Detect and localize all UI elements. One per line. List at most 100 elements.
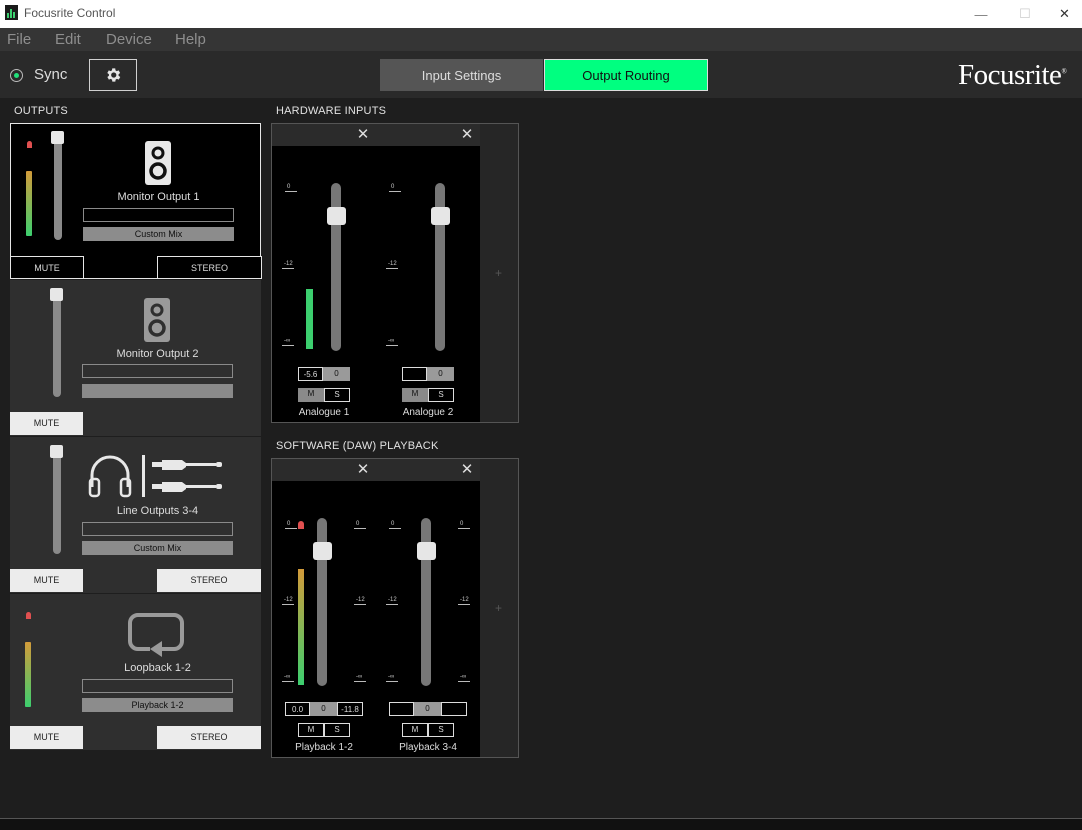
- output-card-loopback[interactable]: Loopback 1-2 Playback 1-2 MUTE STEREO: [10, 594, 261, 750]
- menu-help[interactable]: Help: [175, 31, 206, 48]
- scale-label-0: 0: [284, 521, 299, 529]
- level-meter: [26, 171, 32, 236]
- mute-toggle[interactable]: M: [298, 388, 324, 402]
- solo-toggle[interactable]: S: [428, 388, 454, 402]
- mute-toggle[interactable]: M: [402, 388, 428, 402]
- window-title: Focusrite Control: [24, 6, 116, 20]
- output-card-monitor-1[interactable]: Monitor Output 1 Custom Mix MUTE STEREO: [10, 123, 262, 279]
- channel-strip-playback-3-4: ✕ 0 -12 -∞ 0 -12 -∞ 0 M S Playback 3-4: [376, 459, 480, 757]
- volume-fader[interactable]: [53, 447, 61, 554]
- mute-button[interactable]: MUTE: [10, 726, 83, 749]
- settings-button[interactable]: [89, 59, 137, 91]
- app-icon: [5, 5, 18, 20]
- volume-fader-knob[interactable]: [50, 445, 63, 458]
- solo-toggle[interactable]: S: [324, 723, 350, 737]
- scale-label-12: -12: [282, 261, 294, 269]
- gain-value[interactable]: [389, 702, 414, 716]
- solo-toggle[interactable]: S: [324, 388, 350, 402]
- remove-channel-close-icon[interactable]: ✕: [356, 127, 370, 142]
- gain-value[interactable]: [402, 367, 427, 381]
- menu-bar: File Edit Device Help: [0, 28, 1082, 51]
- source-select-button[interactable]: Custom Mix: [83, 227, 234, 241]
- output-name: Loopback 1-2: [124, 662, 191, 674]
- level-meter: [306, 289, 313, 349]
- output-name-field[interactable]: [82, 522, 233, 536]
- gain-value[interactable]: -5.6: [298, 367, 323, 381]
- pan-value[interactable]: 0: [310, 702, 337, 716]
- status-bar: [0, 818, 1082, 830]
- hardware-inputs-title: HARDWARE INPUTS: [276, 105, 387, 117]
- remove-channel-close-icon[interactable]: ✕: [460, 127, 474, 142]
- scale-label-inf: -∞: [281, 674, 295, 682]
- output-name: Monitor Output 1: [117, 191, 200, 203]
- output-name-field[interactable]: [82, 364, 233, 378]
- solo-toggle[interactable]: S: [428, 723, 454, 737]
- volume-fader[interactable]: [54, 133, 62, 240]
- scale-label-12-right: -12: [354, 597, 366, 605]
- scale-label-0: 0: [284, 184, 299, 192]
- gain-fader-knob[interactable]: [417, 542, 436, 560]
- scale-label-inf-right: -∞: [353, 674, 367, 682]
- scale-label-0: 0: [388, 521, 403, 529]
- gain-value[interactable]: 0.0: [285, 702, 310, 716]
- level-meter: [298, 569, 304, 685]
- output-card-monitor-2[interactable]: Monitor Output 2 MUTE: [10, 280, 261, 436]
- pan-value[interactable]: 0: [414, 702, 441, 716]
- scale-label-0-right: 0: [353, 521, 368, 529]
- source-select-button[interactable]: Playback 1-2: [82, 698, 233, 712]
- gain-fader-knob[interactable]: [327, 207, 346, 225]
- mute-button[interactable]: MUTE: [10, 412, 83, 435]
- pan-value[interactable]: 0: [323, 367, 350, 381]
- source-select-button[interactable]: [82, 384, 233, 398]
- clip-indicator: [26, 612, 31, 619]
- level-meter: [25, 642, 31, 707]
- scale-label-inf-right: -∞: [457, 674, 471, 682]
- sync-label: Sync: [34, 66, 68, 83]
- volume-fader-knob[interactable]: [50, 288, 63, 301]
- menu-file[interactable]: File: [7, 31, 31, 48]
- speaker-icon: [144, 298, 170, 342]
- headphones-cable-icon: [88, 455, 222, 498]
- scale-label-inf: -∞: [281, 338, 295, 346]
- right-gain-value[interactable]: -11.8: [337, 702, 363, 716]
- channel-strip-analogue-2: ✕ 0 -12 -∞ 0 M S Analogue 2: [376, 124, 480, 422]
- remove-channel-close-icon[interactable]: ✕: [356, 462, 370, 477]
- trademark: ®: [1061, 67, 1067, 76]
- stereo-button[interactable]: STEREO: [157, 256, 262, 279]
- output-card-line-3-4[interactable]: Line Outputs 3-4 Custom Mix MUTE STEREO: [10, 437, 261, 593]
- software-playback-panel: ✕ 0 -12 -∞ 0 -12 -∞ 0.0 0 -11.8 M S Play…: [271, 458, 519, 758]
- gain-fader-knob[interactable]: [431, 207, 450, 225]
- volume-fader[interactable]: [53, 289, 61, 397]
- mute-button[interactable]: MUTE: [10, 256, 84, 279]
- channel-strip-playback-1-2: ✕ 0 -12 -∞ 0 -12 -∞ 0.0 0 -11.8 M S Play…: [272, 459, 376, 757]
- pan-value[interactable]: 0: [427, 367, 454, 381]
- scale-label-12: -12: [386, 597, 398, 605]
- gain-fader-knob[interactable]: [313, 542, 332, 560]
- stereo-button[interactable]: STEREO: [157, 726, 261, 749]
- output-name-field[interactable]: [83, 208, 234, 222]
- source-select-button[interactable]: Custom Mix: [82, 541, 233, 555]
- output-name-field[interactable]: [82, 679, 233, 693]
- mute-toggle[interactable]: M: [402, 723, 428, 737]
- minimize-button[interactable]: —: [958, 0, 1004, 28]
- mute-toggle[interactable]: M: [298, 723, 324, 737]
- close-window-button[interactable]: ✕: [1047, 0, 1082, 28]
- mute-button[interactable]: MUTE: [10, 569, 83, 592]
- right-gain-value[interactable]: [441, 702, 467, 716]
- channel-name: Analogue 2: [402, 407, 454, 418]
- tab-output-routing[interactable]: Output Routing: [544, 59, 708, 91]
- scale-label-12-right: -12: [458, 597, 470, 605]
- stereo-button[interactable]: STEREO: [157, 569, 261, 592]
- menu-device[interactable]: Device: [106, 31, 152, 48]
- menu-edit[interactable]: Edit: [55, 31, 81, 48]
- add-channel-plus-icon[interactable]: +: [495, 601, 502, 615]
- channel-name: Analogue 1: [298, 407, 350, 418]
- speaker-icon: [145, 141, 171, 185]
- add-channel-plus-icon[interactable]: +: [495, 266, 502, 280]
- volume-fader-knob[interactable]: [51, 131, 64, 144]
- tab-input-settings[interactable]: Input Settings: [380, 59, 543, 91]
- scale-label-12: -12: [386, 261, 398, 269]
- maximize-button[interactable]: ☐: [1002, 0, 1048, 28]
- remove-channel-close-icon[interactable]: ✕: [460, 462, 474, 477]
- sync-indicator-icon[interactable]: [10, 69, 23, 82]
